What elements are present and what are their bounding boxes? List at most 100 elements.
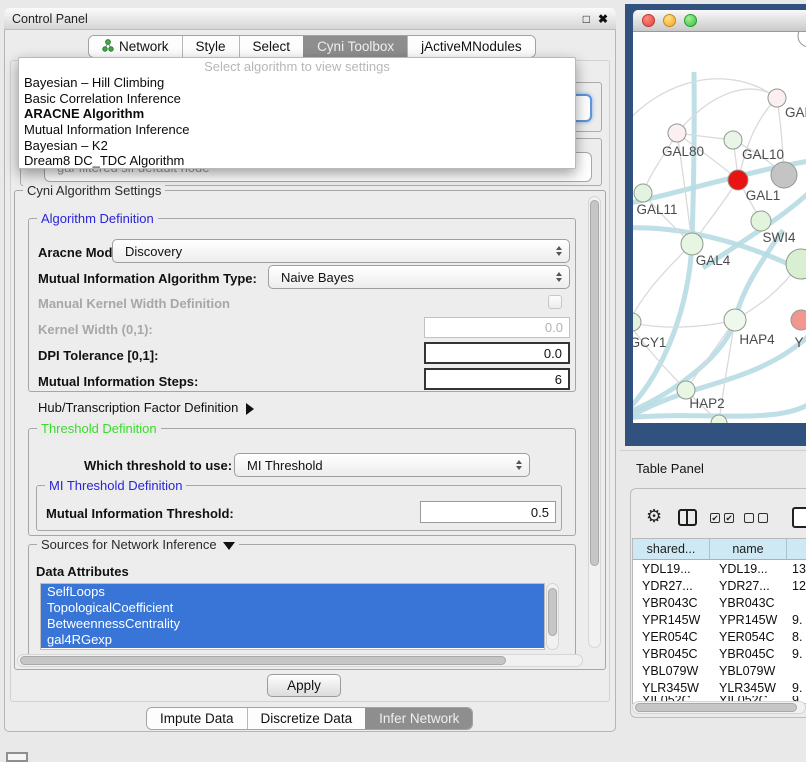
document-icon[interactable] [792, 507, 806, 528]
popup-item[interactable]: Mutual Information Inference [19, 122, 575, 138]
settings-vertical-scrollbar[interactable] [588, 196, 601, 648]
zoom-traffic-light-icon[interactable] [684, 14, 697, 27]
close-icon[interactable]: ✖ [598, 13, 608, 25]
network-node[interactable] [633, 313, 641, 331]
network-node[interactable] [768, 89, 786, 107]
network-edge[interactable] [633, 79, 777, 124]
deselect-all-checkboxes-icon[interactable] [744, 513, 768, 523]
mi-threshold-field[interactable]: 0.5 [420, 501, 556, 523]
tab-network[interactable]: Network [89, 36, 182, 57]
apply-button[interactable]: Apply [267, 674, 341, 697]
network-canvas[interactable]: GALGAL80GAL10GAL1GAL11SWI4GAL4GCY1HAP4YH… [633, 32, 806, 423]
attribute-item[interactable]: SelfLoops [41, 584, 544, 600]
table-cell: YPR145W [710, 611, 787, 628]
mi-steps-field[interactable]: 6 [424, 368, 570, 390]
dock-icon[interactable] [6, 752, 28, 762]
tab-label: Select [253, 39, 291, 54]
network-edge[interactable] [692, 180, 738, 244]
control-panel-titlebar: Control Panel □ ✖ [4, 8, 616, 30]
network-node[interactable] [681, 233, 703, 255]
network-node[interactable] [798, 32, 806, 47]
tab-jactivemnodules[interactable]: jActiveMNodules [407, 36, 535, 57]
popup-item[interactable]: Basic Correlation Inference [19, 91, 575, 107]
network-edge[interactable] [643, 133, 677, 193]
tab-cyni-toolbox[interactable]: Cyni Toolbox [303, 36, 407, 57]
network-node[interactable] [791, 310, 806, 330]
popup-item[interactable]: Bayesian – Hill Climbing [19, 75, 575, 91]
manual-kernel-label: Manual Kernel Width Definition [38, 296, 230, 311]
network-graph: GALGAL80GAL10GAL1GAL11SWI4GAL4GCY1HAP4YH… [633, 32, 806, 423]
data-attributes-list[interactable]: SelfLoopsTopologicalCoefficientBetweenne… [40, 583, 545, 650]
network-node[interactable] [668, 124, 686, 142]
aracne-mode-combobox[interactable]: Discovery [112, 239, 570, 263]
settings-horizontal-scrollbar[interactable] [17, 654, 583, 667]
popup-placeholder: Select algorithm to view settings [19, 58, 575, 75]
network-edge[interactable] [633, 320, 735, 327]
minimize-traffic-light-icon[interactable] [663, 14, 676, 27]
table-horizontal-scrollbar[interactable] [632, 701, 806, 714]
table-row[interactable]: YPR145WYPR145W9. [633, 611, 806, 628]
table-row[interactable]: YBL079WYBL079W [633, 662, 806, 679]
table-cell: YDL19... [633, 560, 710, 577]
popup-item[interactable]: ARACNE Algorithm [19, 106, 575, 122]
network-node[interactable] [634, 184, 652, 202]
popup-item[interactable]: Bayesian – K2 [19, 138, 575, 154]
hub-definition-toggle[interactable]: Hub/Transcription Factor Definition [38, 400, 254, 415]
attribute-item[interactable]: TopologicalCoefficient [41, 600, 544, 616]
column-browser-icon[interactable] [678, 509, 697, 526]
table-row[interactable]: YBR043CYBR043C [633, 594, 806, 611]
table-cell: 8. [787, 628, 806, 645]
which-threshold-label: Which threshold to use: [84, 458, 232, 473]
table-cell: YLR345W [633, 679, 710, 696]
float-window-icon[interactable]: □ [583, 13, 590, 25]
mi-steps-label: Mutual Information Steps: [38, 374, 198, 389]
tab-select[interactable]: Select [239, 36, 304, 57]
which-threshold-combobox[interactable]: MI Threshold [234, 453, 530, 477]
network-node[interactable] [786, 249, 806, 279]
manual-kernel-checkbox[interactable] [548, 295, 562, 309]
network-window-titlebar[interactable] [633, 10, 806, 32]
column-header-shared[interactable]: shared... [633, 539, 710, 559]
table-row[interactable]: YDR27...YDR27...12 [633, 577, 806, 594]
table-cell: YDL19... [710, 560, 787, 577]
network-node[interactable] [771, 162, 797, 188]
network-node[interactable] [728, 170, 748, 190]
tab-style[interactable]: Style [182, 36, 239, 57]
column-header-name[interactable]: name [710, 539, 787, 559]
network-node[interactable] [724, 131, 742, 149]
collapse-arrow-icon[interactable] [223, 542, 235, 550]
table-row[interactable]: YBR045CYBR045C9. [633, 645, 806, 662]
settings-gear-icon[interactable]: ⚙ [646, 508, 662, 526]
attribute-item[interactable]: BetweennessCentrality [41, 616, 544, 632]
network-icon [102, 39, 114, 55]
node-label: GAL80 [662, 144, 704, 159]
network-edge[interactable] [633, 324, 686, 390]
popup-item[interactable]: Dream8 DC_TDC Algorithm [19, 153, 575, 169]
tab-impute-data[interactable]: Impute Data [147, 708, 247, 729]
table-row[interactable]: YER054CYER054C8. [633, 628, 806, 645]
node-label: GAL [785, 105, 806, 120]
network-node[interactable] [751, 211, 771, 231]
tab-label: Discretize Data [261, 711, 353, 726]
table-panel-title: Table Panel [636, 461, 704, 476]
expand-arrow-icon[interactable] [246, 403, 254, 415]
node-label: GAL1 [746, 188, 781, 203]
attribute-item[interactable]: gal4RGexp [41, 632, 544, 648]
dpi-tolerance-field[interactable]: 0.0 [424, 342, 570, 364]
table-row[interactable]: YDL19...YDL19...13 [633, 560, 806, 577]
table-row[interactable]: YLR345WYLR345W9. [633, 679, 806, 696]
attributes-list-scrollbar[interactable] [546, 583, 559, 650]
mi-type-combobox[interactable]: Naive Bayes [268, 265, 570, 289]
tab-infer-network[interactable]: Infer Network [365, 708, 472, 729]
close-traffic-light-icon[interactable] [642, 14, 655, 27]
which-threshold-value: MI Threshold [247, 458, 323, 473]
tab-discretize-data[interactable]: Discretize Data [247, 708, 366, 729]
kernel-width-field[interactable]: 0.0 [424, 317, 570, 338]
node-label: HAP2 [689, 396, 724, 411]
select-all-checkboxes-icon[interactable]: ✔✔ [710, 513, 734, 523]
column-header-extra[interactable] [787, 539, 806, 559]
mi-steps-value: 6 [555, 372, 562, 387]
network-node[interactable] [724, 309, 746, 331]
table-cell: YER054C [710, 628, 787, 645]
tab-label: Style [196, 39, 226, 54]
